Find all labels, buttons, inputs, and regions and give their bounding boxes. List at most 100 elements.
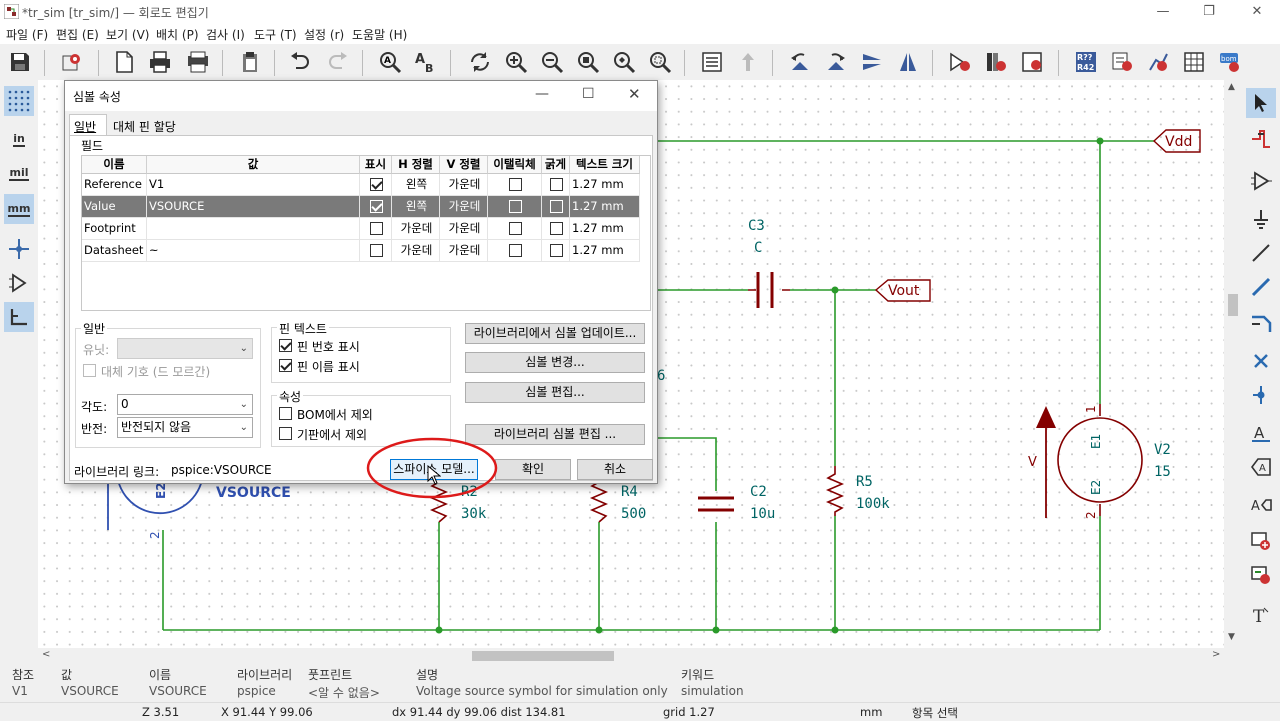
field-name-cell[interactable]: Footprint	[82, 218, 147, 240]
col-name-header[interactable]: 이름	[82, 156, 147, 174]
add-global-label-icon[interactable]: A	[1246, 452, 1276, 482]
field-name-cell[interactable]: Value	[82, 196, 147, 218]
col-show-header[interactable]: 표시	[360, 156, 392, 174]
field-show-checkbox-cell[interactable]	[360, 218, 392, 240]
tab-alternate-pins[interactable]: 대체 핀 할당	[109, 116, 185, 136]
undo-icon[interactable]	[286, 48, 314, 76]
maximize-button[interactable]: ❐	[1186, 0, 1232, 24]
col-valign-header[interactable]: V 정렬	[440, 156, 488, 174]
symbol-editor-icon[interactable]	[946, 48, 974, 76]
field-italic-checkbox-cell[interactable]	[488, 240, 542, 262]
add-power-icon[interactable]	[1246, 204, 1276, 234]
field-h-cell[interactable]: 가운데	[392, 240, 440, 262]
field-h-cell[interactable]: 왼쪽	[392, 196, 440, 218]
find-replace-icon[interactable]: AB	[412, 48, 440, 76]
field-name-cell[interactable]: Reference	[82, 174, 147, 196]
bom-icon[interactable]: bom	[1216, 48, 1244, 76]
field-row[interactable]: Footprint 가운데 가운데 1.27 mm	[82, 218, 640, 240]
wire-angle-icon[interactable]	[4, 302, 34, 332]
hierarchy-navigator-icon[interactable]	[698, 48, 726, 76]
add-wire-icon[interactable]	[1246, 238, 1276, 268]
zoom-in-icon[interactable]	[502, 48, 530, 76]
field-bold-checkbox[interactable]	[550, 200, 563, 213]
zoom-selection-icon[interactable]	[646, 48, 674, 76]
show-pin-numbers-checkbox[interactable]	[279, 339, 292, 352]
change-symbol-button[interactable]: 심볼 변경...	[465, 352, 645, 373]
add-symbol-icon[interactable]	[1246, 166, 1276, 196]
find-icon[interactable]: A	[376, 48, 404, 76]
field-show-checkbox-cell[interactable]	[360, 174, 392, 196]
col-textsize-header[interactable]: 텍스트 크기	[570, 156, 640, 174]
field-show-checkbox[interactable]	[370, 222, 383, 235]
mirror-select[interactable]: 반전되지 않음 ⌄	[117, 417, 253, 438]
horizontal-scrollbar[interactable]: < >	[38, 648, 1224, 664]
field-h-cell[interactable]: 가운데	[392, 218, 440, 240]
field-row[interactable]: Datasheet ~ 가운데 가운데 1.27 mm	[82, 240, 640, 262]
field-value-cell[interactable]: V1	[147, 174, 360, 196]
add-text-icon[interactable]: T	[1246, 600, 1276, 630]
field-value-cell[interactable]: ~	[147, 240, 360, 262]
menu-file[interactable]: 파일 (F)	[6, 26, 48, 43]
menu-tools[interactable]: 도구 (T)	[254, 26, 297, 43]
scroll-down-icon[interactable]: ▼	[1228, 632, 1235, 642]
add-bus-icon[interactable]	[1246, 272, 1276, 302]
schematic-setup-icon[interactable]	[58, 48, 86, 76]
close-button[interactable]: ✕	[1234, 0, 1280, 24]
erc-icon[interactable]	[1108, 48, 1136, 76]
field-bold-checkbox-cell[interactable]	[542, 218, 570, 240]
col-value-header[interactable]: 값	[147, 156, 360, 174]
field-bold-checkbox[interactable]	[550, 178, 563, 191]
edit-symbol-button[interactable]: 심볼 편집...	[465, 382, 645, 403]
field-italic-checkbox[interactable]	[509, 200, 522, 213]
zoom-out-icon[interactable]	[538, 48, 566, 76]
field-row[interactable]: Reference V1 왼쪽 가운데 1.27 mm	[82, 174, 640, 196]
import-sheet-pin-icon[interactable]	[1246, 560, 1276, 590]
select-tool-icon[interactable]	[1246, 88, 1276, 118]
field-bold-checkbox[interactable]	[550, 222, 563, 235]
units-mm-button[interactable]: mm	[4, 194, 34, 224]
bus-entry-icon[interactable]	[1246, 308, 1276, 338]
add-hier-label-icon[interactable]: A	[1246, 490, 1276, 520]
no-connect-icon[interactable]	[1246, 346, 1276, 376]
field-size-cell[interactable]: 1.27 mm	[570, 240, 640, 262]
menu-edit[interactable]: 편집 (E)	[56, 26, 99, 43]
grid-toggle-icon[interactable]	[4, 86, 34, 116]
menu-help[interactable]: 도움말 (H)	[352, 26, 407, 43]
angle-select[interactable]: 0 ⌄	[117, 394, 253, 415]
rotate-ccw-icon[interactable]	[786, 48, 814, 76]
update-from-library-button[interactable]: 라이브러리에서 심볼 업데이트...	[465, 323, 645, 344]
print-icon[interactable]	[146, 48, 174, 76]
fields-table-icon[interactable]	[1180, 48, 1208, 76]
annotate-refs-icon[interactable]: R?? R42	[1072, 48, 1100, 76]
fields-grid[interactable]: 이름 값 표시 H 정렬 V 정렬 이탤릭체 굵게 텍스트 크기 Referen…	[81, 155, 651, 311]
redo-icon[interactable]	[324, 48, 352, 76]
plot-icon[interactable]	[184, 48, 212, 76]
field-show-checkbox-cell[interactable]	[360, 196, 392, 218]
mirror-horizontal-icon[interactable]	[894, 48, 922, 76]
col-italic-header[interactable]: 이탤릭체	[488, 156, 542, 174]
field-show-checkbox[interactable]	[370, 244, 383, 257]
leave-sheet-icon[interactable]	[734, 48, 762, 76]
scroll-left-icon[interactable]: <	[42, 649, 50, 660]
field-value-cell[interactable]	[147, 218, 360, 240]
field-italic-checkbox-cell[interactable]	[488, 218, 542, 240]
rotate-cw-icon[interactable]	[822, 48, 850, 76]
field-h-cell[interactable]: 왼쪽	[392, 174, 440, 196]
col-bold-header[interactable]: 굵게	[542, 156, 570, 174]
field-bold-checkbox[interactable]	[550, 244, 563, 257]
units-mil-button[interactable]: mil	[4, 158, 34, 188]
dialog-close-button[interactable]: ✕	[628, 85, 641, 103]
field-value-cell[interactable]: VSOURCE	[147, 196, 360, 218]
menu-settings[interactable]: 설정 (r)	[304, 26, 344, 43]
cursor-crosshair-icon[interactable]	[4, 234, 34, 264]
field-italic-checkbox[interactable]	[509, 178, 522, 191]
annotate-icon[interactable]	[1018, 48, 1046, 76]
field-italic-checkbox[interactable]	[509, 222, 522, 235]
menu-view[interactable]: 보기 (V)	[106, 26, 149, 43]
horizontal-scroll-thumb[interactable]	[472, 651, 614, 661]
field-italic-checkbox-cell[interactable]	[488, 196, 542, 218]
refresh-icon[interactable]	[466, 48, 494, 76]
hidden-pins-icon[interactable]	[4, 268, 34, 298]
field-size-cell[interactable]: 1.27 mm	[570, 174, 640, 196]
symbol-library-icon[interactable]	[982, 48, 1010, 76]
